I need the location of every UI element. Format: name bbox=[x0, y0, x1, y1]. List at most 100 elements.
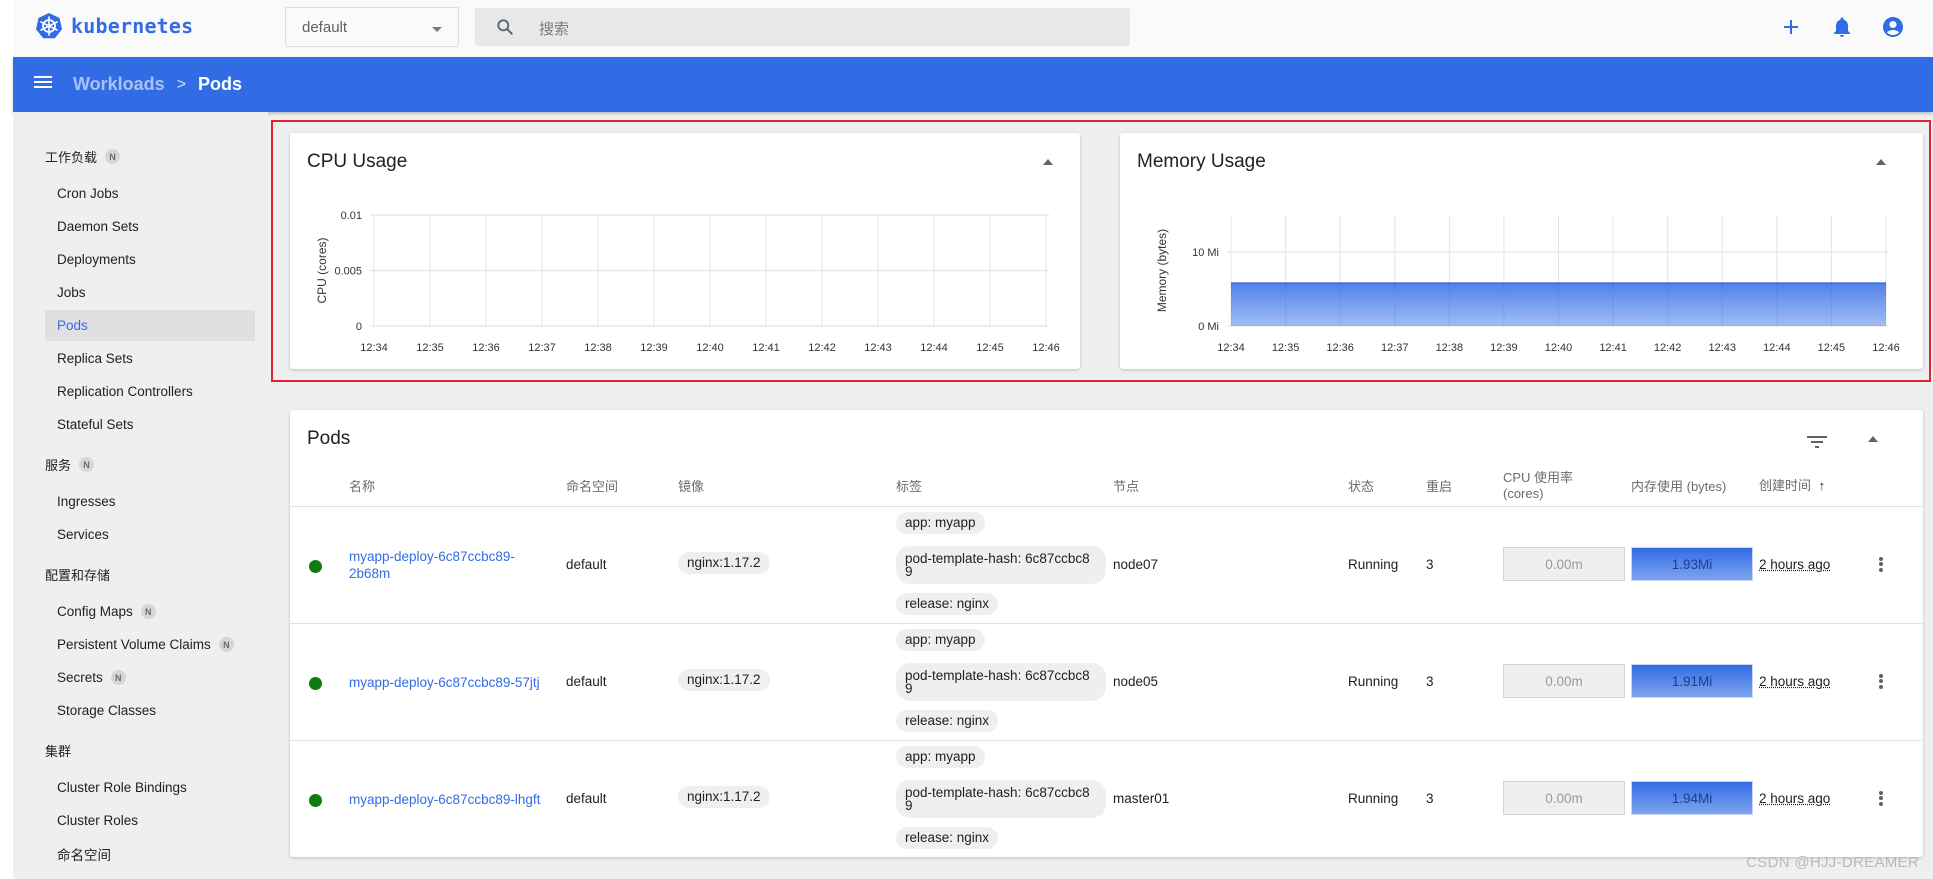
breadcrumb-workloads[interactable]: Workloads bbox=[73, 74, 165, 95]
sidebar-group-workloads[interactable]: 工作负载 N bbox=[45, 147, 121, 166]
more-actions-button[interactable] bbox=[1876, 789, 1886, 809]
sidebar-group-config-storage[interactable]: 配置和存储 bbox=[45, 565, 110, 584]
notifications-button[interactable] bbox=[1828, 13, 1855, 40]
memory-area bbox=[1231, 283, 1886, 326]
sidebar-item-storage-classes[interactable]: Storage Classes bbox=[45, 695, 255, 726]
menu-icon-line bbox=[34, 81, 52, 83]
search-input[interactable]: 搜索 bbox=[475, 8, 1130, 46]
label-chip: pod-template-hash: 6c87ccbc89 bbox=[896, 663, 1106, 701]
breadcrumb: Workloads > Pods bbox=[73, 74, 242, 95]
sidebar-item-config-maps[interactable]: Config Maps N bbox=[45, 596, 255, 627]
column-header-created-label: 创建时间 bbox=[1759, 478, 1812, 493]
pod-node: master01 bbox=[1113, 791, 1170, 806]
menu-icon-line bbox=[34, 86, 52, 88]
sidebar-item-jobs[interactable]: Jobs bbox=[45, 277, 255, 308]
sidebar-item-replica-sets[interactable]: Replica Sets bbox=[45, 343, 255, 374]
x-tick-label: 12:37 bbox=[528, 342, 556, 354]
notifications-icon bbox=[1833, 17, 1850, 37]
create-button[interactable] bbox=[1777, 13, 1804, 40]
sidebar-item-stateful-sets[interactable]: Stateful Sets bbox=[45, 409, 255, 440]
sidebar-item-replication-controllers[interactable]: Replication Controllers bbox=[45, 376, 255, 407]
label-chip: pod-template-hash: 6c87ccbc89 bbox=[896, 780, 1106, 818]
x-tick-label: 12:42 bbox=[1654, 342, 1682, 354]
namespaced-badge: N bbox=[105, 149, 121, 164]
more-vert-icon bbox=[1879, 790, 1883, 795]
memory-chart: 0 Mi 10 Mi 12:34 12:35 12:36 12:37 12:38 12:39 1… bbox=[1155, 215, 1900, 354]
status-running-icon bbox=[309, 794, 322, 807]
kubernetes-logo[interactable]: kubernetes bbox=[35, 12, 193, 40]
nav-bar: Workloads > Pods bbox=[13, 57, 1933, 112]
account-icon bbox=[1882, 16, 1903, 37]
pod-name-link[interactable]: myapp-deploy-6c87ccbc89-2b68m bbox=[349, 548, 554, 582]
collapse-pods-button[interactable] bbox=[1868, 436, 1878, 442]
sidebar-item-persistent-volume-claims[interactable]: Persistent Volume Claims N bbox=[45, 629, 255, 660]
sidebar-item-deployments[interactable]: Deployments bbox=[45, 244, 255, 275]
sidebar-group-label: 工作负载 bbox=[45, 150, 98, 165]
column-header-memory[interactable]: 内存使用 (bytes) bbox=[1631, 479, 1726, 495]
pod-name-link[interactable]: myapp-deploy-6c87ccbc89-lhgft bbox=[349, 791, 554, 808]
namespace-select[interactable]: default bbox=[285, 7, 459, 47]
pod-node: node07 bbox=[1113, 557, 1159, 572]
sidebar-item-label: Services bbox=[57, 527, 109, 542]
pod-restarts: 3 bbox=[1426, 557, 1434, 572]
cpu-usage-bar: 0.00m bbox=[1503, 664, 1625, 698]
column-header-node: 节点 bbox=[1113, 479, 1140, 494]
sidebar-group-label: 服务 bbox=[45, 458, 72, 473]
x-tick-label: 12:44 bbox=[920, 342, 948, 354]
toolbar-actions bbox=[1777, 13, 1906, 40]
pod-name-link[interactable]: myapp-deploy-6c87ccbc89-57jtj bbox=[349, 674, 554, 691]
x-tick-label: 12:43 bbox=[1708, 342, 1736, 354]
sidebar-item-cluster-role-bindings[interactable]: Cluster Role Bindings bbox=[45, 772, 255, 803]
x-tick-label: 12:40 bbox=[696, 342, 724, 354]
more-vert-icon bbox=[1879, 796, 1883, 800]
filter-icon[interactable] bbox=[1807, 434, 1827, 450]
sidebar-group-cluster[interactable]: 集群 bbox=[45, 741, 71, 760]
sidebar-item-cron-jobs[interactable]: Cron Jobs bbox=[45, 178, 255, 209]
sidebar-item-ingresses[interactable]: Ingresses bbox=[45, 486, 255, 517]
more-actions-button[interactable] bbox=[1876, 672, 1886, 692]
account-button[interactable] bbox=[1879, 13, 1906, 40]
sidebar-group-services[interactable]: 服务 N bbox=[45, 455, 95, 474]
sidebar-item-label: Replica Sets bbox=[57, 351, 133, 366]
pod-status: Running bbox=[1348, 674, 1399, 689]
menu-button[interactable] bbox=[33, 73, 55, 95]
created-time[interactable]: 2 hours ago bbox=[1759, 674, 1830, 689]
more-vert-icon bbox=[1879, 684, 1883, 689]
created-time[interactable]: 2 hours ago bbox=[1759, 791, 1830, 806]
sidebar-item-secrets[interactable]: Secrets N bbox=[45, 662, 255, 693]
sidebar-item-cluster-roles[interactable]: Cluster Roles bbox=[45, 805, 255, 836]
pods-title: Pods bbox=[307, 428, 351, 449]
pods-card: Pods 名称 命名空间 镜像 标签 节点 状态 重启 CPU 使用率 (cor… bbox=[290, 410, 1923, 857]
sidebar-item-label: Ingresses bbox=[57, 494, 116, 509]
x-tick-label: 12:36 bbox=[1326, 342, 1354, 354]
x-tick-label: 12:37 bbox=[1381, 342, 1409, 354]
memory-usage-bar: 1.93Mi bbox=[1631, 547, 1753, 581]
sidebar-item-label: Deployments bbox=[57, 252, 136, 267]
pod-namespace: default bbox=[566, 791, 607, 806]
more-actions-button[interactable] bbox=[1876, 555, 1886, 575]
memory-usage-bar: 1.94Mi bbox=[1631, 781, 1753, 815]
label-chip: release: nginx bbox=[896, 593, 999, 615]
sidebar-item-daemon-sets[interactable]: Daemon Sets bbox=[45, 211, 255, 242]
x-tick-label: 12:35 bbox=[1272, 342, 1300, 354]
sidebar-item-pods[interactable]: Pods bbox=[45, 310, 255, 341]
column-header-created[interactable]: 创建时间 ↑ bbox=[1759, 478, 1825, 494]
x-tick-label: 12:40 bbox=[1545, 342, 1573, 354]
more-vert-icon bbox=[1879, 562, 1883, 566]
sidebar-item-label: Cluster Role Bindings bbox=[57, 780, 187, 795]
namespaced-badge: N bbox=[218, 637, 234, 652]
y-axis-label: Memory (bytes) bbox=[1155, 229, 1169, 312]
sidebar-item-namespaces[interactable]: 命名空间 bbox=[45, 838, 255, 869]
sidebar-item-services[interactable]: Services bbox=[45, 519, 255, 550]
pod-restarts: 3 bbox=[1426, 674, 1434, 689]
sidebar-item-label: Persistent Volume Claims bbox=[57, 637, 211, 652]
column-header-cpu[interactable]: CPU 使用率 (cores) bbox=[1503, 470, 1593, 502]
column-header-name[interactable]: 名称 bbox=[349, 479, 375, 495]
x-tick-label: 12:38 bbox=[1436, 342, 1464, 354]
table-row: myapp-deploy-6c87ccbc89-2b68m default ngin… bbox=[290, 506, 1923, 623]
y-tick-label: 0.01 bbox=[341, 210, 362, 222]
column-header-restarts[interactable]: 重启 bbox=[1426, 479, 1452, 495]
created-time[interactable]: 2 hours ago bbox=[1759, 557, 1830, 572]
search-icon bbox=[497, 19, 513, 35]
sidebar-item-label: 命名空间 bbox=[57, 847, 111, 863]
